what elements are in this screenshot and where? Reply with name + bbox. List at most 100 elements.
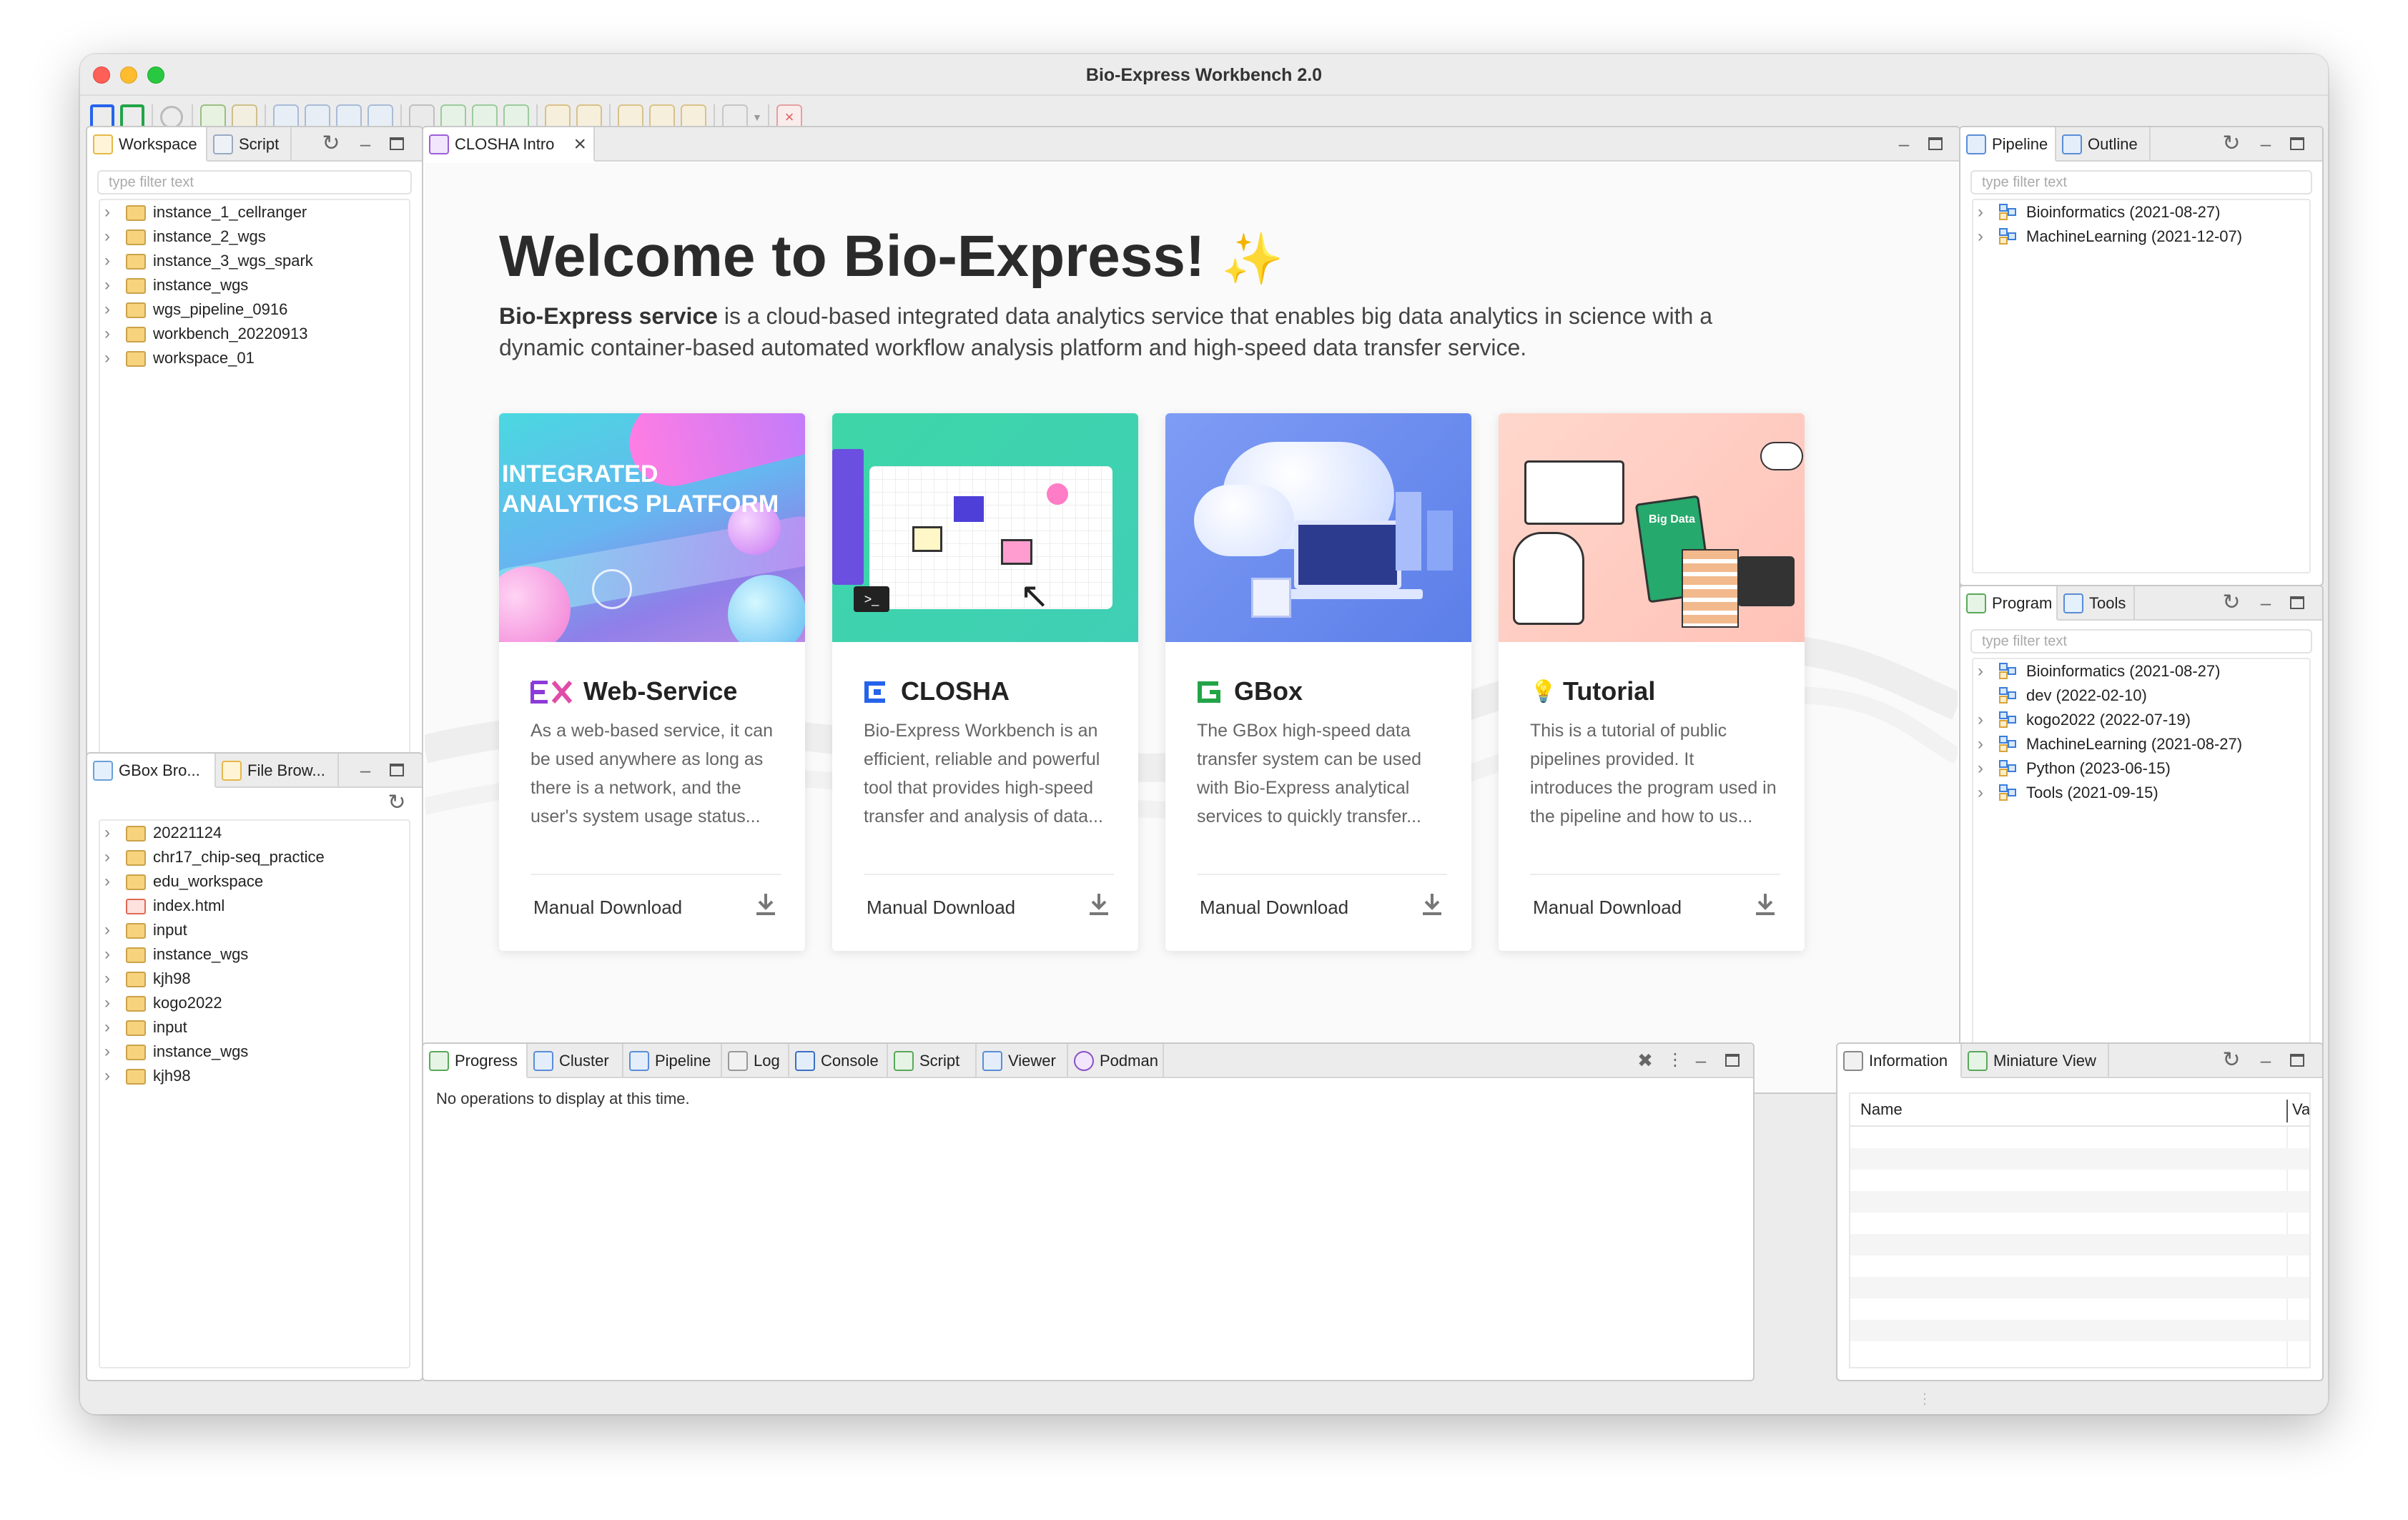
tab-information[interactable]: Information — [1837, 1044, 1962, 1078]
chevron-right-icon[interactable]: › — [1978, 756, 1993, 781]
download-icon[interactable] — [1753, 892, 1777, 917]
chevron-right-icon[interactable]: › — [104, 845, 120, 869]
refresh-icon[interactable]: ↻ — [2221, 1050, 2242, 1071]
tree-item[interactable]: › instance_3_wgs_spark — [100, 249, 409, 273]
tab-cluster[interactable]: Cluster — [528, 1044, 623, 1078]
minimize-icon[interactable]: – — [1690, 1050, 1712, 1071]
workspace-filter-input[interactable]: type filter text — [97, 170, 412, 194]
chevron-right-icon[interactable]: › — [104, 273, 120, 297]
tree-item[interactable]: › Tools (2021-09-15) — [1973, 781, 2309, 805]
chevron-right-icon[interactable]: › — [104, 1040, 120, 1064]
refresh-icon[interactable]: ↻ — [320, 133, 342, 154]
chevron-right-icon[interactable]: › — [104, 991, 120, 1015]
tree-item[interactable]: dev (2022-02-10) — [1973, 683, 2309, 708]
tree-item[interactable]: › instance_wgs — [100, 273, 409, 297]
tab-gbox-browser[interactable]: GBox Bro... — [87, 754, 216, 788]
column-divider[interactable] — [2286, 1100, 2288, 1122]
manual-download-link[interactable]: Manual Download — [1533, 897, 1682, 919]
chevron-right-icon[interactable]: › — [104, 322, 120, 346]
download-icon[interactable] — [754, 892, 778, 917]
tree-item[interactable]: › chr17_chip-seq_practice — [100, 845, 409, 869]
tree-item[interactable]: › kogo2022 — [100, 991, 409, 1015]
tree-item[interactable]: › input — [100, 918, 409, 942]
card-web-service[interactable]: INTEGRATED ANALYTICS PLATFORM Web-Servic… — [499, 413, 805, 951]
tab-viewer[interactable]: Viewer — [977, 1044, 1068, 1078]
chevron-right-icon[interactable]: › — [1978, 708, 1993, 732]
refresh-icon[interactable]: ↻ — [2221, 133, 2242, 154]
remove-all-icon[interactable]: ✖ — [1634, 1050, 1656, 1071]
minimize-icon[interactable]: – — [355, 759, 376, 781]
minimize-icon[interactable]: – — [2255, 592, 2276, 613]
minimize-icon[interactable]: – — [2255, 133, 2276, 154]
chevron-right-icon[interactable]: › — [104, 1015, 120, 1040]
tree-item[interactable]: › workbench_20220913 — [100, 322, 409, 346]
tab-podman[interactable]: Podman — [1068, 1044, 1164, 1078]
minimize-icon[interactable]: – — [2255, 1050, 2276, 1071]
tab-script-bottom[interactable]: Script — [888, 1044, 977, 1078]
tree-item[interactable]: › kjh98 — [100, 967, 409, 991]
chevron-right-icon[interactable]: › — [1978, 200, 1993, 224]
tab-console[interactable]: Console — [789, 1044, 888, 1078]
view-menu-icon[interactable]: ⋮ — [1664, 1050, 1686, 1071]
pipeline-filter-input[interactable]: type filter text — [1970, 170, 2312, 194]
tree-item[interactable]: › edu_workspace — [100, 869, 409, 894]
chevron-right-icon[interactable]: › — [104, 346, 120, 370]
print-dropdown-icon[interactable]: ▼ — [752, 112, 762, 123]
maximize-icon[interactable] — [386, 759, 408, 781]
tree-item[interactable]: › instance_wgs — [100, 942, 409, 967]
chevron-right-icon[interactable]: › — [1978, 781, 1993, 805]
chevron-right-icon[interactable]: › — [104, 249, 120, 273]
tree-item[interactable]: › instance_2_wgs — [100, 224, 409, 249]
tab-workspace[interactable]: Workspace — [87, 127, 207, 162]
maximize-icon[interactable] — [1722, 1050, 1743, 1071]
refresh-icon[interactable]: ↻ — [2221, 592, 2242, 613]
tree-item[interactable]: › kogo2022 (2022-07-19) — [1973, 708, 2309, 732]
tree-item[interactable]: › instance_1_cellranger — [100, 200, 409, 224]
chevron-right-icon[interactable]: › — [104, 1064, 120, 1088]
resize-grip-icon[interactable]: ⋮ — [1918, 1390, 1932, 1408]
chevron-right-icon[interactable]: › — [104, 200, 120, 224]
chevron-right-icon[interactable]: › — [104, 942, 120, 967]
tab-miniature-view[interactable]: Miniature View — [1962, 1044, 2109, 1078]
tab-pipeline[interactable]: Pipeline — [1960, 127, 2056, 162]
minimize-icon[interactable]: – — [1893, 133, 1915, 154]
program-filter-input[interactable]: type filter text — [1970, 629, 2312, 653]
manual-download-link[interactable]: Manual Download — [533, 897, 682, 919]
card-tutorial[interactable]: Big Data 💡 Tutorial This is a tutorial o… — [1499, 413, 1805, 951]
close-tab-icon[interactable]: × — [573, 127, 586, 160]
chevron-right-icon[interactable]: › — [1978, 732, 1993, 756]
gbox-logo-icon[interactable] — [120, 104, 144, 129]
tree-item[interactable]: › wgs_pipeline_0916 — [100, 297, 409, 322]
maximize-icon[interactable] — [2286, 592, 2308, 613]
download-icon[interactable] — [1420, 892, 1444, 917]
tree-item[interactable]: › instance_wgs — [100, 1040, 409, 1064]
tree-item[interactable]: › workspace_01 — [100, 346, 409, 370]
tree-item[interactable]: › 20221124 — [100, 821, 409, 845]
manual-download-link[interactable]: Manual Download — [1200, 897, 1348, 919]
tab-outline[interactable]: Outline — [2056, 127, 2151, 162]
tab-log[interactable]: Log — [722, 1044, 789, 1078]
download-icon[interactable] — [1087, 892, 1111, 917]
tab-progress[interactable]: Progress — [423, 1044, 528, 1078]
card-closha[interactable]: >_ ↖ CLOSHA Bio-Express Workbench is an … — [832, 413, 1138, 951]
chevron-right-icon[interactable]: › — [1978, 224, 1993, 249]
tab-program[interactable]: Program — [1960, 586, 2058, 621]
tab-script[interactable]: Script — [207, 127, 292, 162]
maximize-icon[interactable] — [2286, 1050, 2308, 1071]
tree-item[interactable]: › Bioinformatics (2021-08-27) — [1973, 659, 2309, 683]
tab-closha-intro[interactable]: CLOSHA Intro × — [423, 127, 595, 162]
minimize-icon[interactable]: – — [355, 133, 376, 154]
tree-item[interactable]: › Python (2023-06-15) — [1973, 756, 2309, 781]
tree-item[interactable]: index.html — [100, 894, 409, 918]
tree-item[interactable]: › kjh98 — [100, 1064, 409, 1088]
name-column-header[interactable]: Name — [1860, 1094, 1903, 1125]
refresh-icon[interactable]: ↻ — [386, 792, 408, 814]
tree-item[interactable]: › MachineLearning (2021-12-07) — [1973, 224, 2309, 249]
card-gbox[interactable]: GBox The GBox high-speed data transfer s… — [1165, 413, 1471, 951]
maximize-icon[interactable] — [386, 133, 408, 154]
tree-item[interactable]: › input — [100, 1015, 409, 1040]
chevron-right-icon[interactable]: › — [104, 918, 120, 942]
value-column-header[interactable]: Value — [2292, 1094, 2309, 1125]
tab-pipeline-bottom[interactable]: Pipeline — [623, 1044, 722, 1078]
tab-file-browser[interactable]: File Brow... — [216, 754, 339, 788]
